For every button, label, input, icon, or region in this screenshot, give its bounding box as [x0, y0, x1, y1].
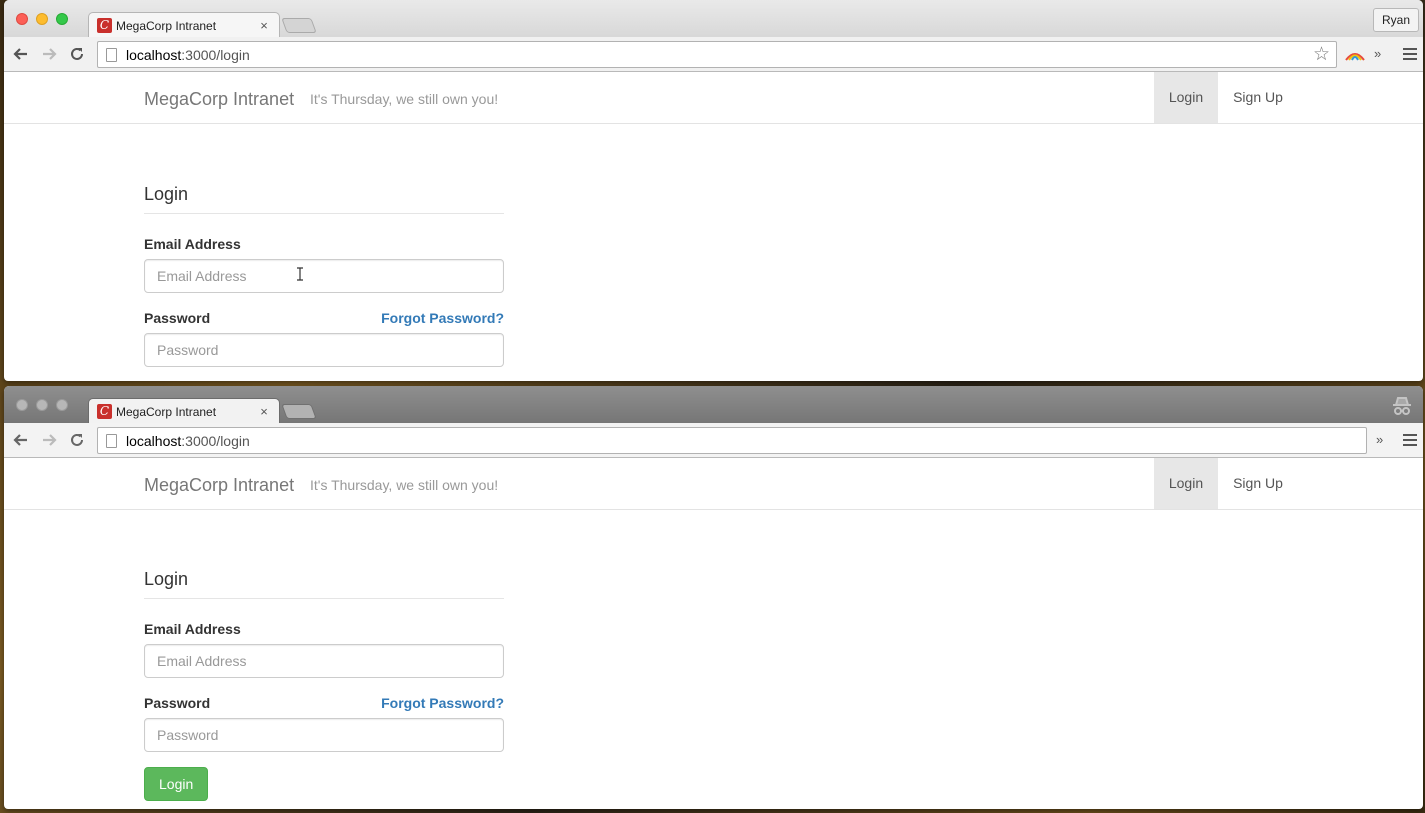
url-host: localhost: [126, 432, 182, 449]
form-title: Login: [144, 184, 504, 214]
email-input[interactable]: [144, 259, 504, 293]
browser-tab[interactable]: C MegaCorp Intranet ×: [88, 12, 280, 38]
browser-toolbar: localhost:3000/login ☆ »: [4, 37, 1423, 72]
reload-button[interactable]: [64, 427, 90, 453]
site-navbar: MegaCorp Intranet It's Thursday, we stil…: [4, 72, 1423, 124]
arrow-left-icon: [13, 48, 27, 60]
minimize-window-button[interactable]: [36, 399, 48, 411]
zoom-window-button[interactable]: [56, 399, 68, 411]
address-bar[interactable]: localhost:3000/login: [97, 427, 1367, 454]
browser-window-bottom: C MegaCorp Intranet × localhost:3000/log…: [4, 386, 1423, 809]
profile-button[interactable]: Ryan: [1372, 8, 1419, 32]
email-label: Email Address: [144, 236, 241, 252]
tagline: It's Thursday, we still own you!: [310, 91, 499, 107]
forward-button[interactable]: [36, 427, 62, 453]
window-controls: [16, 13, 68, 25]
brand-link[interactable]: MegaCorp Intranet: [144, 475, 294, 496]
browser-window-top: C MegaCorp Intranet × Ryan localhost:300…: [4, 0, 1423, 381]
rainbow-extension-icon[interactable]: [1344, 46, 1366, 62]
email-input[interactable]: [144, 644, 504, 678]
browser-tab[interactable]: C MegaCorp Intranet ×: [88, 398, 280, 424]
url-path: :3000/login: [181, 432, 250, 449]
tab-title: MegaCorp Intranet: [116, 404, 217, 419]
close-window-button[interactable]: [16, 13, 28, 25]
close-window-button[interactable]: [16, 399, 28, 411]
nav-login-link[interactable]: Login: [1154, 458, 1218, 509]
nav-signup-link[interactable]: Sign Up: [1218, 72, 1298, 123]
browser-toolbar: localhost:3000/login »: [4, 423, 1423, 458]
nav-signup-link[interactable]: Sign Up: [1218, 458, 1298, 509]
page-icon: [106, 47, 117, 62]
tab-close-icon[interactable]: ×: [257, 18, 271, 33]
email-label: Email Address: [144, 621, 241, 637]
extensions-overflow-icon[interactable]: »: [1374, 46, 1381, 61]
window-controls: [16, 399, 68, 411]
hamburger-menu-icon[interactable]: [1403, 48, 1417, 60]
address-bar[interactable]: localhost:3000/login ☆: [97, 41, 1337, 68]
site-navbar: MegaCorp Intranet It's Thursday, we stil…: [4, 458, 1423, 510]
new-tab-button[interactable]: [281, 18, 317, 33]
text-cursor-icon: [297, 267, 303, 281]
password-label: Password: [144, 695, 211, 711]
url-host: localhost: [126, 46, 182, 63]
url-text: localhost:3000/login: [126, 433, 250, 449]
arrow-right-icon: [43, 434, 57, 446]
url-text: localhost:3000/login: [126, 47, 250, 63]
password-label-row: Password Forgot Password?: [144, 310, 504, 326]
password-label-row: Password Forgot Password?: [144, 695, 504, 711]
password-label: Password: [144, 310, 211, 326]
nav-login-link[interactable]: Login: [1154, 72, 1218, 123]
tagline: It's Thursday, we still own you!: [310, 477, 499, 493]
page-icon: [106, 433, 117, 448]
brand-link[interactable]: MegaCorp Intranet: [144, 89, 294, 110]
tab-close-icon[interactable]: ×: [257, 404, 271, 419]
back-button[interactable]: [8, 41, 34, 67]
extensions-overflow-icon[interactable]: »: [1376, 432, 1383, 447]
bookmark-star-icon[interactable]: ☆: [1313, 45, 1330, 64]
minimize-window-button[interactable]: [36, 13, 48, 25]
zoom-window-button[interactable]: [56, 13, 68, 25]
login-form: Login Email Address Password Forgot Pass…: [144, 184, 504, 367]
tab-strip: C MegaCorp Intranet × Ryan: [4, 0, 1423, 38]
tab-strip: C MegaCorp Intranet ×: [4, 386, 1423, 424]
reload-icon: [71, 433, 83, 446]
site-favicon-icon: C: [97, 404, 112, 419]
tab-title: MegaCorp Intranet: [116, 18, 217, 33]
reload-icon: [71, 47, 83, 60]
hamburger-menu-icon[interactable]: [1403, 434, 1417, 446]
arrow-left-icon: [13, 434, 27, 446]
back-button[interactable]: [8, 427, 34, 453]
password-input[interactable]: [144, 718, 504, 752]
form-title: Login: [144, 569, 504, 599]
password-input[interactable]: [144, 333, 504, 367]
new-tab-button[interactable]: [281, 404, 317, 419]
forgot-password-link[interactable]: Forgot Password?: [381, 695, 504, 711]
forward-button[interactable]: [36, 41, 62, 67]
reload-button[interactable]: [64, 41, 90, 67]
login-form: Login Email Address Password Forgot Pass…: [144, 569, 504, 801]
url-path: :3000/login: [181, 46, 250, 63]
login-submit-button[interactable]: Login: [144, 767, 209, 801]
incognito-icon: [1393, 397, 1411, 415]
site-favicon-icon: C: [97, 18, 112, 33]
arrow-right-icon: [43, 48, 57, 60]
forgot-password-link[interactable]: Forgot Password?: [381, 310, 504, 326]
